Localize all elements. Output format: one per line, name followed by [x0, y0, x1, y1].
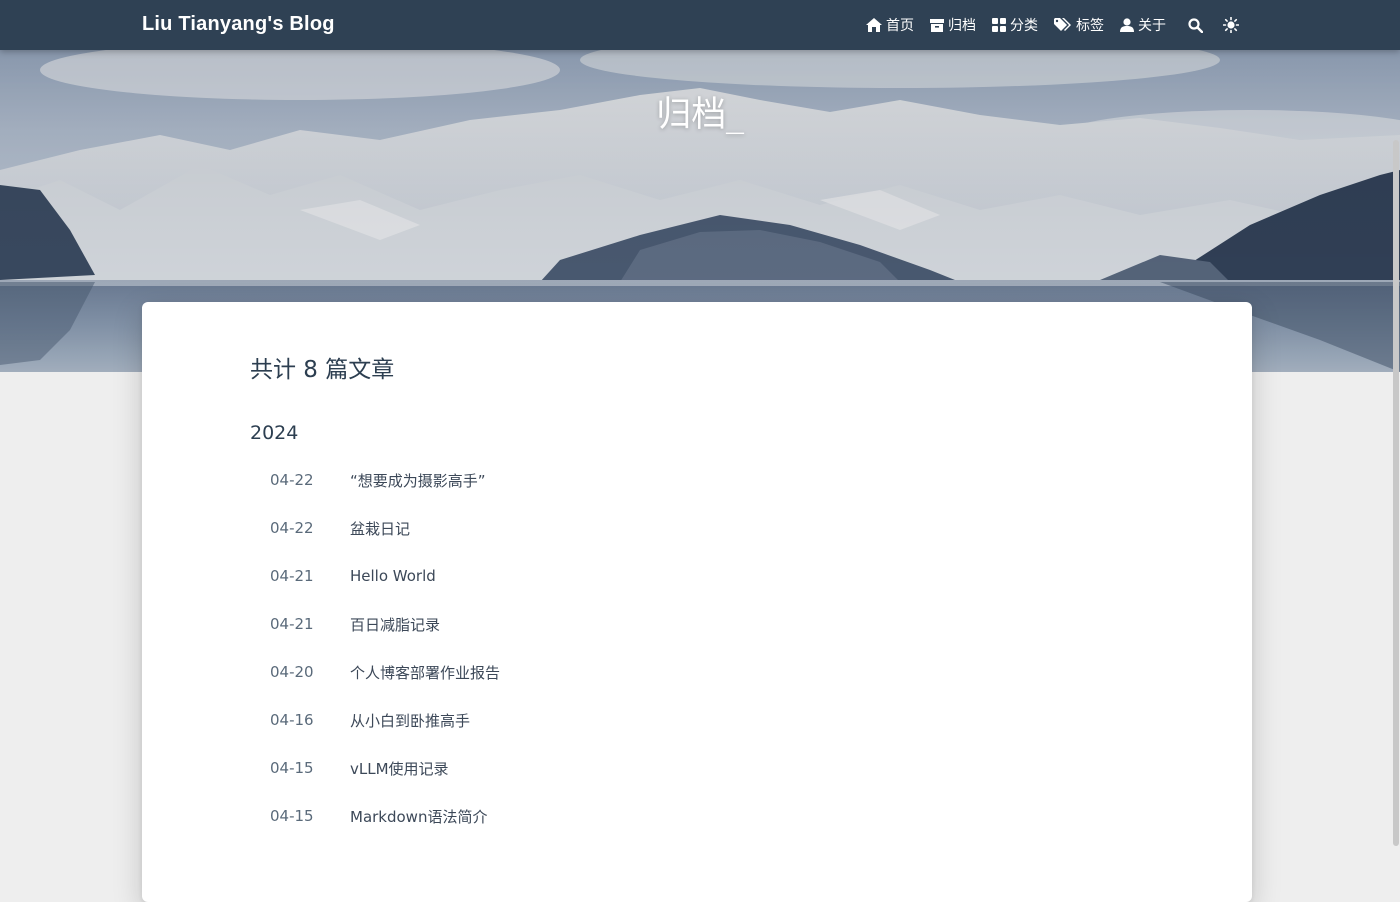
post-title-link[interactable]: Hello World	[350, 567, 436, 585]
list-item[interactable]: 04-20 个人博客部署作业报告	[270, 648, 1170, 696]
page-scrollbar[interactable]	[1392, 50, 1400, 872]
post-date: 04-22	[270, 471, 314, 489]
post-date: 04-22	[270, 519, 314, 537]
theme-toggle-button[interactable]	[1220, 14, 1242, 36]
nav-item-archive[interactable]: 归档	[930, 15, 976, 35]
nav-menu: 首页 归档 分类 标签 关于	[850, 0, 1242, 50]
nav-item-category-label: 分类	[1010, 18, 1038, 34]
post-date: 04-15	[270, 759, 314, 777]
post-title-link[interactable]: Markdown语法简介	[350, 806, 487, 827]
post-date: 04-21	[270, 567, 314, 585]
list-item[interactable]: 04-21 百日减脂记录	[270, 600, 1170, 648]
post-list: 04-22 “想要成为摄影高手” 04-22 盆栽日记 04-21 Hello …	[270, 456, 1170, 840]
search-button[interactable]	[1184, 14, 1206, 36]
home-icon	[866, 18, 882, 32]
post-date: 04-15	[270, 807, 314, 825]
list-item[interactable]: 04-15 vLLM使用记录	[270, 744, 1170, 792]
search-icon	[1187, 17, 1203, 33]
post-date: 04-21	[270, 615, 314, 633]
category-icon	[992, 18, 1006, 32]
nav-item-home-label: 首页	[886, 18, 914, 34]
post-title-link[interactable]: 盆栽日记	[350, 518, 410, 539]
post-title-link[interactable]: 个人博客部署作业报告	[350, 662, 500, 683]
nav-item-about[interactable]: 关于	[1120, 15, 1166, 35]
post-title-link[interactable]: vLLM使用记录	[350, 758, 449, 779]
nav-item-about-label: 关于	[1138, 18, 1166, 34]
user-icon	[1120, 18, 1134, 32]
post-title-link[interactable]: 百日减脂记录	[350, 614, 440, 635]
nav-item-home[interactable]: 首页	[866, 15, 914, 35]
list-item[interactable]: 04-22 “想要成为摄影高手”	[270, 456, 1170, 504]
page-title-text: 归档	[656, 95, 727, 135]
site-brand[interactable]: Liu Tianyang's Blog	[142, 13, 335, 36]
post-count-heading: 共计 8 篇文章	[250, 357, 395, 383]
sun-icon	[1223, 17, 1239, 33]
post-date: 04-16	[270, 711, 314, 729]
list-item[interactable]: 04-15 Markdown语法简介	[270, 792, 1170, 840]
post-date: 04-20	[270, 663, 314, 681]
archive-icon	[930, 18, 944, 32]
nav-item-category[interactable]: 分类	[992, 15, 1038, 35]
nav-item-archive-label: 归档	[948, 18, 976, 34]
list-item[interactable]: 04-22 盆栽日记	[270, 504, 1170, 552]
typing-cursor: _	[726, 95, 744, 135]
year-heading: 2024	[250, 422, 299, 444]
navbar: Liu Tianyang's Blog 首页 归档 分类 标签 关于	[0, 0, 1400, 50]
list-item[interactable]: 04-16 从小白到卧推高手	[270, 696, 1170, 744]
page-title: 归档_	[0, 86, 1400, 137]
scrollbar-thumb[interactable]	[1393, 140, 1399, 846]
post-title-link[interactable]: “想要成为摄影高手”	[350, 470, 486, 491]
archive-card: 共计 8 篇文章 2024 04-22 “想要成为摄影高手” 04-22 盆栽日…	[142, 302, 1252, 902]
post-title-link[interactable]: 从小白到卧推高手	[350, 710, 470, 731]
nav-item-tags[interactable]: 标签	[1054, 15, 1104, 35]
list-item[interactable]: 04-21 Hello World	[270, 552, 1170, 600]
nav-item-tags-label: 标签	[1076, 18, 1104, 34]
tags-icon	[1054, 18, 1071, 31]
